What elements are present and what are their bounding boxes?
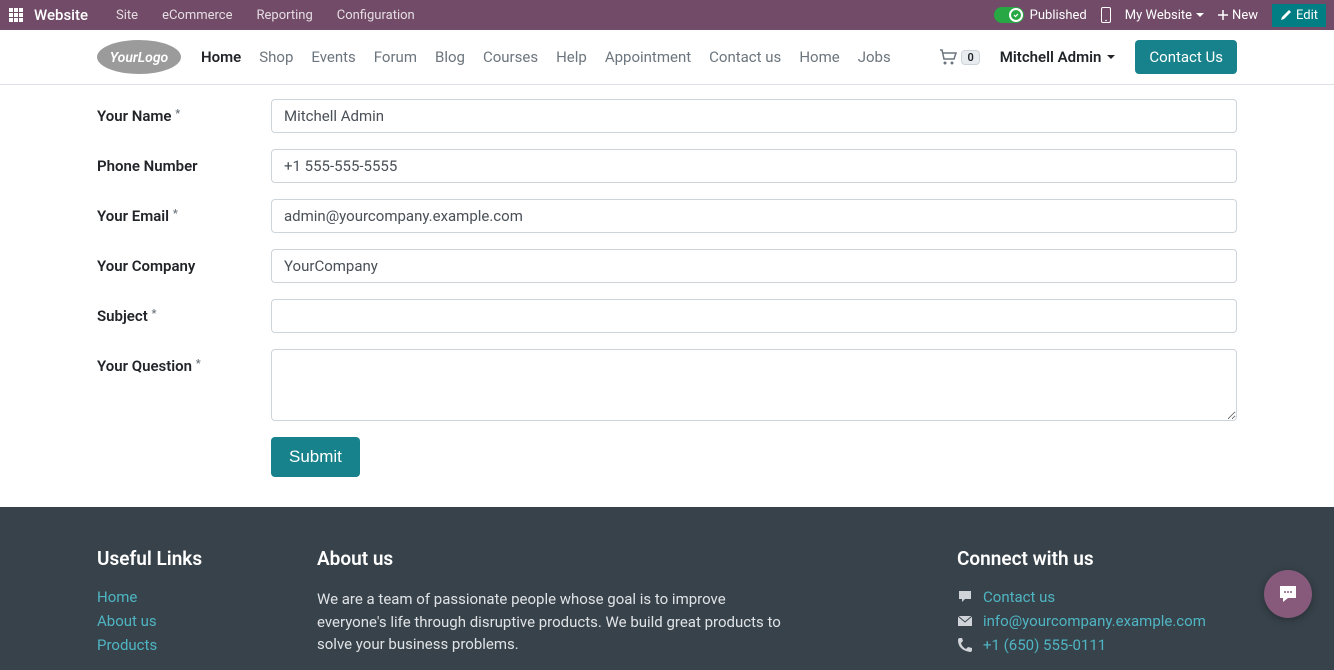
- site-header: YourLogo Home Shop Events Forum Blog Cou…: [0, 30, 1334, 85]
- contact-us-button[interactable]: Contact Us: [1135, 40, 1237, 74]
- phone-icon: [957, 637, 973, 653]
- mobile-icon: [1101, 7, 1111, 23]
- footer-link-about[interactable]: About us: [97, 612, 277, 630]
- publish-toggle[interactable]: Published: [994, 7, 1087, 23]
- subject-input[interactable]: [271, 299, 1237, 333]
- mobile-preview[interactable]: [1101, 7, 1111, 23]
- submit-button[interactable]: Submit: [271, 437, 360, 477]
- nav-events[interactable]: Events: [311, 48, 355, 66]
- cart-count: 0: [961, 50, 979, 65]
- footer-useful-links: Useful Links Home About us Products: [97, 547, 277, 660]
- company-input[interactable]: [271, 249, 1237, 283]
- nav-forum[interactable]: Forum: [374, 48, 417, 66]
- nav-help[interactable]: Help: [556, 48, 587, 66]
- nav-shop[interactable]: Shop: [259, 48, 293, 66]
- phone-input[interactable]: [271, 149, 1237, 183]
- name-input[interactable]: [271, 99, 1237, 133]
- svg-text:YourLogo: YourLogo: [110, 50, 169, 66]
- connect-contact[interactable]: Contact us: [983, 588, 1055, 606]
- useful-links-title: Useful Links: [97, 547, 277, 570]
- chevron-down-icon: [1196, 13, 1204, 17]
- nav-courses[interactable]: Courses: [483, 48, 538, 66]
- published-label: Published: [1030, 8, 1087, 23]
- admin-bar: Website Site eCommerce Reporting Configu…: [0, 0, 1334, 30]
- admin-menu-reporting[interactable]: Reporting: [247, 8, 323, 23]
- about-title: About us: [317, 547, 797, 570]
- contact-form: Your Name * Phone Number Your Email * Yo…: [97, 85, 1237, 507]
- admin-brand[interactable]: Website: [34, 6, 88, 24]
- phone-label: Phone Number: [97, 149, 271, 175]
- nav-home-2[interactable]: Home: [799, 48, 839, 66]
- envelope-icon: [957, 613, 973, 629]
- apps-icon[interactable]: [8, 7, 24, 23]
- main-nav: Home Shop Events Forum Blog Courses Help…: [201, 48, 891, 66]
- my-website-dropdown[interactable]: My Website: [1125, 8, 1204, 23]
- nav-home[interactable]: Home: [201, 48, 241, 66]
- edit-button[interactable]: Edit: [1272, 4, 1326, 27]
- nav-contact-us[interactable]: Contact us: [709, 48, 781, 66]
- cart-button[interactable]: 0: [939, 49, 979, 65]
- speech-icon: [957, 589, 973, 605]
- footer-about: About us We are a team of passionate peo…: [317, 547, 797, 660]
- chat-icon: [1276, 582, 1300, 606]
- plus-icon: [1218, 10, 1228, 20]
- about-text: We are a team of passionate people whose…: [317, 588, 797, 656]
- nav-jobs[interactable]: Jobs: [858, 48, 891, 66]
- pencil-icon: [1280, 9, 1292, 21]
- question-textarea[interactable]: [271, 349, 1237, 421]
- admin-menu-ecommerce[interactable]: eCommerce: [152, 8, 242, 23]
- logo[interactable]: YourLogo: [97, 40, 181, 74]
- admin-menu-configuration[interactable]: Configuration: [327, 8, 425, 23]
- footer: Useful Links Home About us Products Abou…: [0, 507, 1334, 670]
- new-button[interactable]: New: [1218, 8, 1258, 23]
- email-input[interactable]: [271, 199, 1237, 233]
- nav-appointment[interactable]: Appointment: [605, 48, 691, 66]
- subject-label: Subject *: [97, 299, 271, 325]
- footer-link-products[interactable]: Products: [97, 636, 277, 654]
- admin-menu-site[interactable]: Site: [106, 8, 148, 23]
- chevron-down-icon: [1107, 55, 1115, 59]
- connect-title: Connect with us: [957, 547, 1237, 570]
- company-label: Your Company: [97, 249, 271, 275]
- name-label: Your Name *: [97, 99, 271, 125]
- footer-link-home[interactable]: Home: [97, 588, 277, 606]
- user-dropdown[interactable]: Mitchell Admin: [1000, 48, 1116, 66]
- chat-fab[interactable]: [1264, 570, 1312, 618]
- email-label: Your Email *: [97, 199, 271, 225]
- cart-icon: [939, 49, 957, 65]
- connect-email[interactable]: info@yourcompany.example.com: [983, 612, 1206, 630]
- question-label: Your Question *: [97, 349, 271, 375]
- footer-connect: Connect with us Contact us info@yourcomp…: [957, 547, 1237, 660]
- connect-phone[interactable]: +1 (650) 555-0111: [983, 636, 1106, 654]
- nav-blog[interactable]: Blog: [435, 48, 465, 66]
